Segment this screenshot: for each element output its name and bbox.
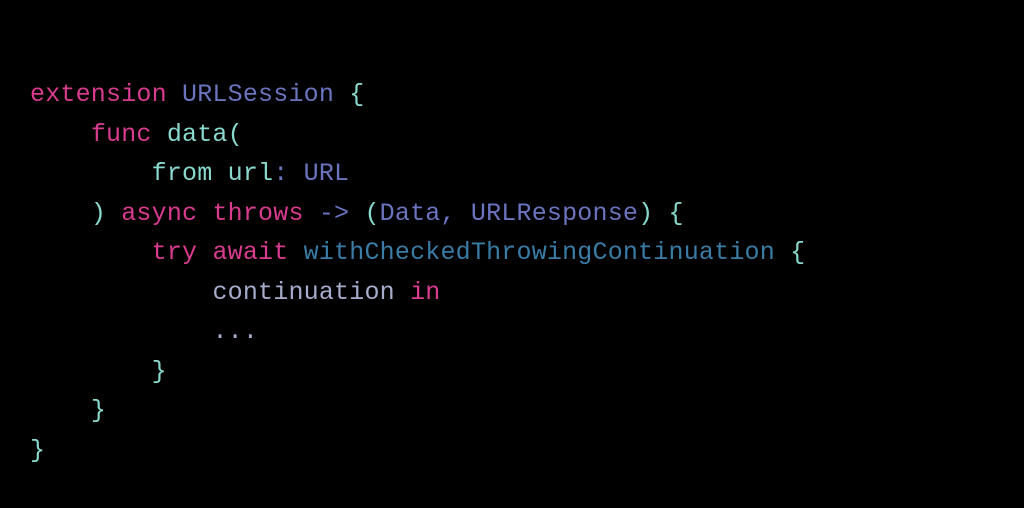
- code-token: }: [152, 357, 167, 386]
- code-token: [30, 317, 212, 346]
- code-token: [775, 238, 790, 267]
- code-token: [152, 120, 167, 149]
- code-token: [304, 199, 319, 228]
- code-token: [30, 238, 152, 267]
- code-token: ,: [440, 199, 455, 228]
- code-token: [167, 80, 182, 109]
- code-token: [334, 80, 349, 109]
- code-token: throws: [212, 199, 303, 228]
- code-token: [288, 238, 303, 267]
- code-token: data: [167, 120, 228, 149]
- code-token: URLResponse: [471, 199, 638, 228]
- code-token: [30, 120, 91, 149]
- code-token: URL: [304, 159, 350, 188]
- code-token: [456, 199, 471, 228]
- code-token: }: [30, 436, 45, 465]
- code-token: Data: [380, 199, 441, 228]
- code-token: {: [349, 80, 364, 109]
- code-token: [653, 199, 668, 228]
- code-token: await: [212, 238, 288, 267]
- code-token: [349, 199, 364, 228]
- code-token: func: [91, 120, 152, 149]
- code-token: [30, 278, 212, 307]
- code-token: URLSession: [182, 80, 334, 109]
- code-token: [395, 278, 410, 307]
- code-token: [197, 238, 212, 267]
- code-token: {: [790, 238, 805, 267]
- code-token: [197, 199, 212, 228]
- code-token: continuation: [212, 278, 394, 307]
- code-token: ->: [319, 199, 349, 228]
- code-token: [30, 396, 91, 425]
- code-token: [212, 159, 227, 188]
- code-token: :: [273, 159, 288, 188]
- code-token: withCheckedThrowingContinuation: [304, 238, 775, 267]
- code-token: in: [410, 278, 440, 307]
- code-token: from: [152, 159, 213, 188]
- code-token: [30, 159, 152, 188]
- code-token: url: [228, 159, 274, 188]
- code-token: [30, 357, 152, 386]
- code-token: [106, 199, 121, 228]
- code-token: [30, 199, 91, 228]
- code-token: ...: [212, 317, 258, 346]
- code-token: ): [91, 199, 106, 228]
- code-token: ): [638, 199, 653, 228]
- code-token: (: [364, 199, 379, 228]
- code-token: (: [228, 120, 243, 149]
- code-token: {: [669, 199, 684, 228]
- code-block: extension URLSession { func data( from u…: [0, 25, 1024, 508]
- code-token: extension: [30, 80, 167, 109]
- code-token: try: [152, 238, 198, 267]
- code-token: async: [121, 199, 197, 228]
- code-token: [288, 159, 303, 188]
- code-content: extension URLSession { func data( from u…: [30, 80, 805, 465]
- code-token: }: [91, 396, 106, 425]
